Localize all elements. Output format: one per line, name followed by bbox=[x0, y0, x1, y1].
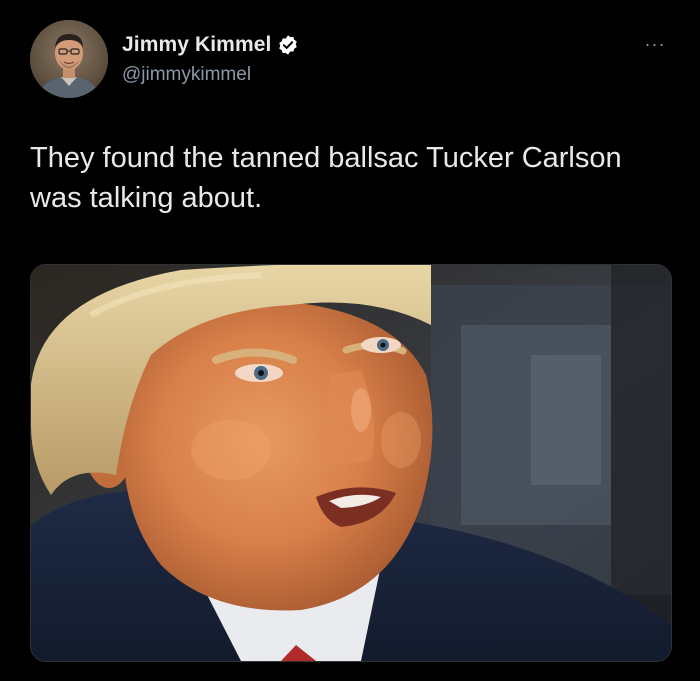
author-display-name[interactable]: Jimmy Kimmel bbox=[122, 33, 271, 57]
tweet-media-photo[interactable] bbox=[30, 264, 672, 662]
avatar-photo-icon bbox=[30, 20, 108, 98]
photo-close-up-face-icon bbox=[31, 265, 671, 661]
author-avatar[interactable] bbox=[30, 20, 108, 98]
tweet-card: Jimmy Kimmel @jimmykimmel ··· They found… bbox=[0, 0, 700, 681]
verified-badge-icon bbox=[279, 35, 298, 55]
more-horizontal-icon: ··· bbox=[644, 33, 666, 54]
more-options-button[interactable]: ··· bbox=[640, 34, 670, 54]
author-handle[interactable]: @jimmykimmel bbox=[122, 64, 251, 86]
tweet-text: They found the tanned ballsac Tucker Car… bbox=[30, 142, 622, 214]
author-name-row[interactable]: Jimmy Kimmel bbox=[122, 33, 299, 57]
